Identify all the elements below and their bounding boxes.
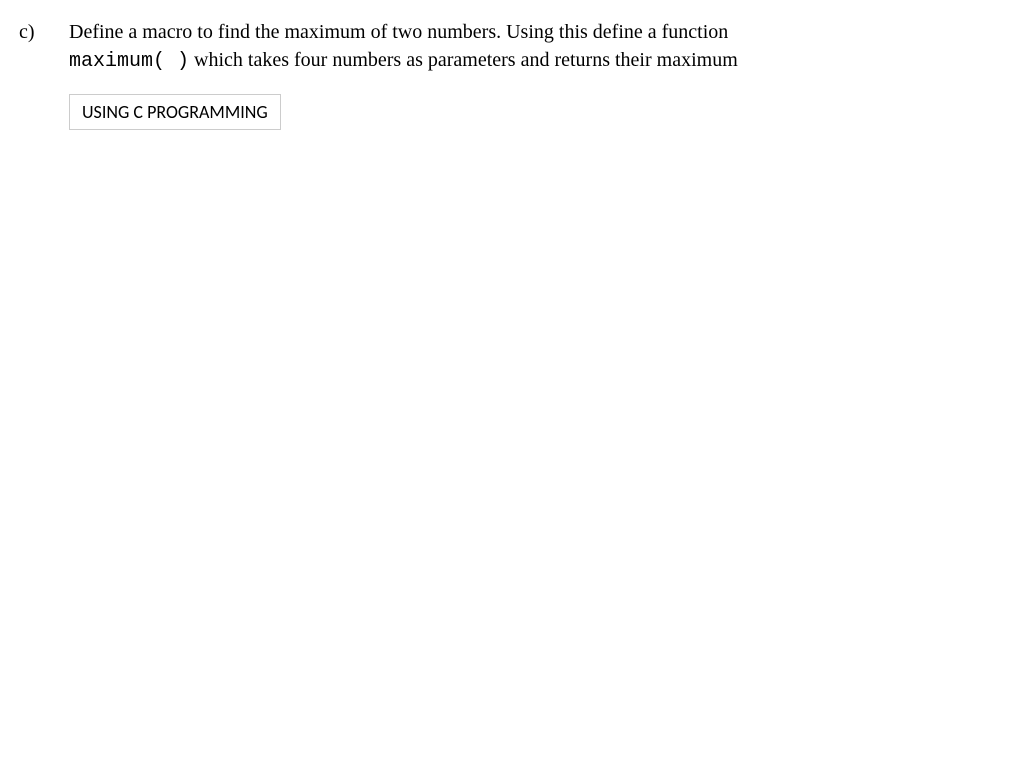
question-line2-rest: which takes four numbers as parameters a… (189, 49, 738, 71)
question-content: Define a macro to find the maximum of tw… (69, 18, 1015, 130)
question-text: Define a macro to find the maximum of tw… (69, 18, 975, 76)
question-container: c) Define a macro to find the maximum of… (19, 18, 1015, 130)
function-name: maximum( ) (69, 50, 189, 73)
question-line1: Define a macro to find the maximum of tw… (69, 21, 728, 43)
question-label: c) (19, 18, 69, 46)
language-note: USING C PROGRAMMING (69, 94, 281, 130)
